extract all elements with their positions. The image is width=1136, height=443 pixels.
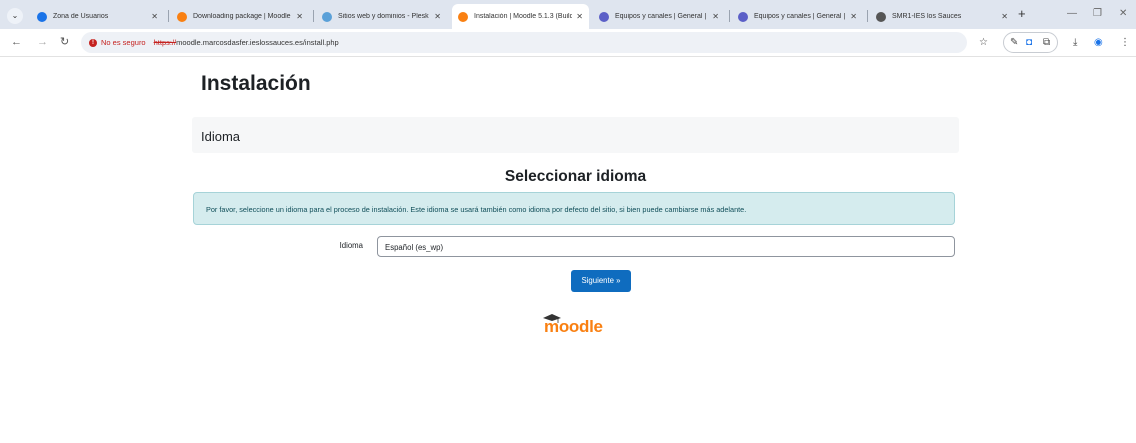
tab-close-icon[interactable]: ✕ bbox=[151, 12, 158, 21]
forward-arrow-icon[interactable]: → bbox=[37, 34, 48, 50]
browser-toolbar: ← → ↻ ! No es seguro https:// moodle.mar… bbox=[0, 29, 1136, 57]
browser-tab[interactable]: SMR1-IES los Sauces ✕ bbox=[870, 4, 1014, 29]
window-close-icon[interactable]: ✕ bbox=[1119, 7, 1127, 21]
tab-close-icon[interactable]: ✕ bbox=[576, 12, 583, 21]
tab-title: Equipos y canales | General | M bbox=[615, 13, 709, 20]
address-bar[interactable]: ! No es seguro https:// moodle.marcosdas… bbox=[81, 32, 967, 53]
more-menu-icon[interactable]: ⋮ bbox=[1120, 36, 1130, 50]
section-heading: Idioma bbox=[201, 129, 241, 144]
download-icon[interactable]: ⤓ bbox=[1073, 36, 1077, 50]
tab-separator bbox=[729, 10, 730, 22]
browser-tab[interactable]: Equipos y canales | General | M ✕ bbox=[593, 4, 725, 29]
puzzle-extension-icon[interactable]: ⧉ bbox=[1043, 36, 1050, 50]
tab-title: Zona de Usuarios bbox=[53, 13, 109, 20]
minimize-icon[interactable]: — bbox=[1067, 7, 1077, 21]
new-tab-button[interactable]: + bbox=[1018, 7, 1026, 21]
browser-tab-strip: ⌄ Zona de Usuarios ✕ Downloading package… bbox=[0, 0, 1136, 29]
section-header: Idioma bbox=[192, 117, 959, 153]
bookmark-star-icon[interactable]: ☆ bbox=[979, 36, 988, 50]
tab-close-icon[interactable]: ✕ bbox=[1001, 12, 1008, 21]
moodle-favicon-icon bbox=[458, 11, 468, 22]
logo-text: moodle bbox=[544, 317, 603, 336]
tab-title: SMR1-IES los Sauces bbox=[892, 13, 962, 20]
browser-tab[interactable]: Downloading package | Moodle ✕ bbox=[171, 4, 309, 29]
browser-tab[interactable]: Equipos y canales | General | M ✕ bbox=[732, 4, 863, 29]
shield-extension-icon[interactable]: ◘ bbox=[1026, 36, 1032, 50]
url-scheme: https:// bbox=[153, 38, 177, 47]
tab-title: Sitios web y dominios - Plesk bbox=[338, 13, 429, 20]
tab-title: Instalación | Moodle 5.1.3 (Build bbox=[474, 13, 573, 20]
teams-favicon-icon bbox=[738, 11, 748, 22]
language-selected-value: Español (es_wp) bbox=[385, 243, 444, 252]
moodle-favicon-icon bbox=[177, 11, 187, 22]
tab-separator bbox=[168, 10, 169, 22]
url-text: moodle.marcosdasfer.ieslossauces.es/inst… bbox=[176, 38, 339, 47]
browser-tab[interactable]: Sitios web y dominios - Plesk ✕ bbox=[316, 4, 447, 29]
reload-icon[interactable]: ↻ bbox=[60, 34, 69, 50]
moodle-logo: moodle bbox=[543, 314, 603, 336]
info-text: Por favor, seleccione un idioma para el … bbox=[206, 205, 747, 214]
next-button[interactable]: Siguiente » bbox=[571, 270, 631, 292]
globe-icon bbox=[37, 11, 47, 22]
language-label: Idioma bbox=[339, 241, 363, 250]
page-title: Instalación bbox=[201, 72, 311, 95]
select-language-heading: Seleccionar idioma bbox=[504, 168, 647, 185]
tab-separator bbox=[313, 10, 314, 22]
security-label[interactable]: No es seguro bbox=[101, 38, 146, 47]
tab-separator bbox=[867, 10, 868, 22]
tab-search-icon[interactable]: ⌄ bbox=[7, 8, 23, 24]
tab-close-icon[interactable]: ✕ bbox=[850, 12, 857, 21]
info-alert: Por favor, seleccione un idioma para el … bbox=[193, 192, 955, 225]
not-secure-icon[interactable]: ! bbox=[89, 38, 97, 47]
tab-close-icon[interactable]: ✕ bbox=[712, 12, 719, 21]
profile-avatar-icon[interactable]: ◉ bbox=[1094, 36, 1103, 50]
tab-title: Equipos y canales | General | M bbox=[754, 13, 847, 20]
restore-icon[interactable]: ❐ bbox=[1093, 7, 1102, 21]
back-arrow-icon[interactable]: ← bbox=[11, 34, 22, 50]
browser-tab[interactable]: Zona de Usuarios ✕ bbox=[31, 4, 164, 29]
teams-favicon-icon bbox=[599, 11, 609, 22]
site-favicon-icon bbox=[876, 11, 886, 22]
tab-close-icon[interactable]: ✕ bbox=[434, 12, 441, 21]
tab-close-icon[interactable]: ✕ bbox=[296, 12, 303, 21]
browser-tab-active[interactable]: Instalación | Moodle 5.1.3 (Build ✕ bbox=[452, 4, 589, 29]
plesk-favicon-icon bbox=[322, 11, 332, 22]
language-select[interactable]: Español (es_wp) bbox=[377, 236, 955, 257]
tab-title: Downloading package | Moodle bbox=[193, 13, 291, 20]
pen-extension-icon[interactable]: ✎ bbox=[1010, 36, 1018, 50]
